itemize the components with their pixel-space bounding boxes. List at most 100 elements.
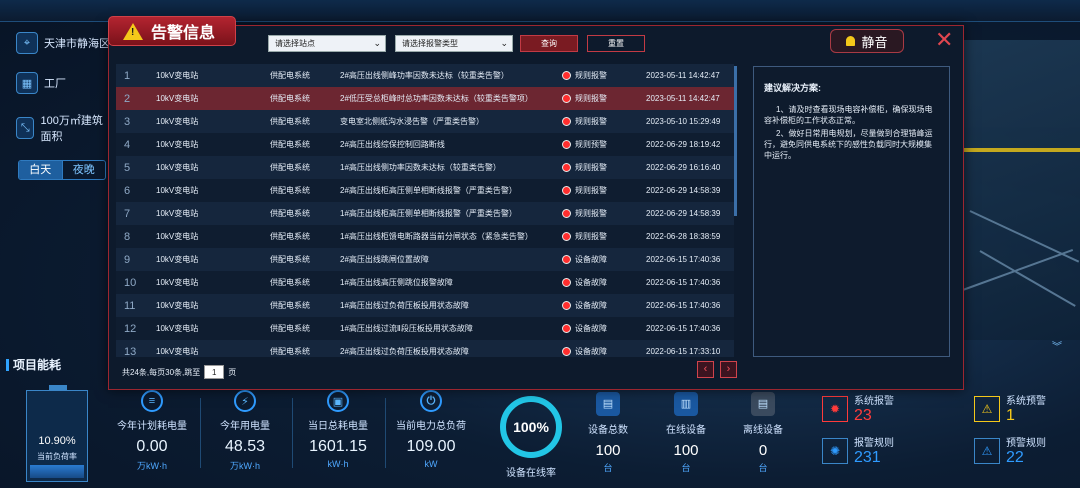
alarm-type-label: 规则报警 <box>575 71 607 80</box>
alarm-type-label: 设备故障 <box>575 255 607 264</box>
system-cell: 供配电系统 <box>270 347 310 356</box>
metric-day-usage: ▣ 当日总耗电量 1601.15 kW·h <box>293 390 383 469</box>
table-row[interactable]: 9 10kV变电站 供配电系统 2#高压出线跳闸位置故障 2022-06-15 17:4… <box>116 248 734 271</box>
alert-dot-icon <box>562 232 571 241</box>
time-cell: 2022-06-29 18:19:42 <box>646 140 721 149</box>
alarm-type-label: 规则报警 <box>575 163 607 172</box>
mute-button[interactable]: 静音 <box>830 29 904 53</box>
warning-rules[interactable]: ⚠ 预警规则 22 <box>974 434 1046 467</box>
location-label: 天津市静海区 <box>44 38 110 50</box>
toggle-day[interactable]: 白天 <box>19 161 62 179</box>
table-row[interactable]: 11 10kV变电站 供配电系统 1#高压出线过负荷压板投用状态故障 2022-06-1… <box>116 294 734 317</box>
description-cell: 2#高压出线柜高压侧单相断线报警（严重类告警） <box>340 185 517 195</box>
location-item[interactable]: ⌖ 天津市静海区 <box>16 32 110 54</box>
table-row[interactable]: 12 10kV变电站 供配电系统 1#高压出线过流Ⅱ段压板投用状态故障 2022-06-… <box>116 317 734 340</box>
table-row[interactable]: 7 10kV变电站 供配电系统 1#高压出线柜高压侧单相断线报警（严重类告警） 2022… <box>116 202 734 225</box>
toggle-night[interactable]: 夜晚 <box>61 161 106 179</box>
lightning-icon: ⚡ <box>234 390 256 412</box>
row-number: 2 <box>124 92 131 105</box>
system-alarm[interactable]: ✹ 系统报警 23 <box>822 392 894 425</box>
time-cell: 2022-06-15 17:40:36 <box>646 301 721 310</box>
description-cell: 1#高压出线柜馈电断路器当前分闸状态（紧急类告警） <box>340 231 533 241</box>
alert-dot-icon <box>562 94 571 103</box>
row-number: 3 <box>124 115 131 128</box>
system-cell: 供配电系统 <box>270 94 310 103</box>
table-row[interactable]: 13 10kV变电站 供配电系统 2#高压出线过负荷压板投用状态故障 2022-06-1… <box>116 340 734 357</box>
page-input[interactable]: 1 <box>204 365 225 379</box>
chevron-down-icon[interactable]: ︾ <box>1052 338 1066 353</box>
table-row[interactable]: 6 10kV变电站 供配电系统 2#高压出线柜高压侧单相断线报警（严重类告警） 2022… <box>116 179 734 202</box>
prev-page-button[interactable]: ‹ <box>697 361 714 378</box>
description-cell: 1#高压出线高压侧跳位报警故障 <box>340 277 453 287</box>
factory-item[interactable]: ▦ 工厂 <box>16 72 66 94</box>
alarm-type-cell: 规则报警 <box>562 70 607 81</box>
alarm-type-label: 规则报警 <box>575 117 607 126</box>
left-panel: ⌖ 天津市静海区 ▦ 工厂 ⤡ 100万㎡建筑面积 <box>0 22 110 352</box>
system-cell: 供配电系统 <box>270 324 310 333</box>
alarm-type-cell: 规则报警 <box>562 208 607 219</box>
siren-rule-icon: ✺ <box>822 437 848 464</box>
alarm-type-cell: 设备故障 <box>562 277 607 288</box>
alert-dot-icon <box>562 347 571 356</box>
chevron-down-icon: ⌄ <box>373 38 381 48</box>
description-cell: 2#高压出线过负荷压板投用状态故障 <box>340 346 469 356</box>
time-cell: 2022-06-15 17:40:36 <box>646 324 721 333</box>
table-row[interactable]: 5 10kV变电站 供配电系统 1#高压出线侧功率因数未达标（较重类告警） 2022-0… <box>116 156 734 179</box>
station-cell: 10kV变电站 <box>156 117 199 126</box>
metric-value: 1601.15 <box>309 438 367 455</box>
advice-panel: 建议解决方案: 1、请及时查看现场电容补偿柜，确保现场电容补偿柜的工作状态正常。… <box>753 66 950 357</box>
system-cell: 供配电系统 <box>270 232 310 241</box>
alarm-type-select[interactable]: 请选择报警类型 ⌄ <box>395 35 513 52</box>
metric-value: 109.00 <box>406 438 456 455</box>
metric-total-load: ⏻ 当前电力总负荷 109.00 kW <box>386 390 476 469</box>
alarm-type-cell: 设备故障 <box>562 323 607 334</box>
time-cell: 2022-06-15 17:33:10 <box>646 347 721 356</box>
description-cell: 1#高压出线侧功率因数未达标（较重类告警） <box>340 162 501 172</box>
battery-cap <box>49 385 67 390</box>
alarm-type-cell: 规则报警 <box>562 185 607 196</box>
table-row[interactable]: 2 10kV变电站 供配电系统 2#低压受总柜峰时总功率因数未达标（较重类告警项） 20… <box>116 87 734 110</box>
alarm-type-cell: 规则报警 <box>562 162 607 173</box>
metric-value: 48.53 <box>224 438 266 455</box>
table-row[interactable]: 1 10kV变电站 供配电系统 2#高压出线侧峰功率因数未达标（较重类告警） 2023-… <box>116 64 734 87</box>
device-online: ▥ 在线设备 100 台 <box>656 392 716 474</box>
day-night-toggle[interactable]: 白天 夜晚 <box>18 160 106 180</box>
title-marker <box>6 358 9 371</box>
alarm-table: 1 10kV变电站 供配电系统 2#高压出线侧峰功率因数未达标（较重类告警） 2023-… <box>116 64 734 357</box>
description-cell: 1#高压出线过负荷压板投用状态故障 <box>340 300 469 310</box>
alarm-label: 系统预警 <box>1006 396 1046 407</box>
row-number: 6 <box>124 184 131 197</box>
table-row[interactable]: 4 10kV变电站 供配电系统 2#高压出线综保控制回路断线 2022-06-29 18… <box>116 133 734 156</box>
device-total: ▤ 设备总数 100 台 <box>578 392 638 474</box>
alert-dot-icon <box>562 301 571 310</box>
area-item[interactable]: ⤡ 100万㎡建筑面积 <box>16 112 110 144</box>
row-number: 12 <box>124 322 137 335</box>
table-row[interactable]: 8 10kV变电站 供配电系统 1#高压出线柜馈电断路器当前分闸状态（紧急类告警） 20… <box>116 225 734 248</box>
alarm-rules[interactable]: ✺ 报警规则 231 <box>822 434 894 467</box>
device-label: 在线设备 <box>666 425 706 436</box>
reset-button[interactable]: 重置 <box>587 35 645 52</box>
device-unit: 台 <box>758 463 768 473</box>
table-row[interactable]: 10 10kV变电站 供配电系统 1#高压出线高压侧跳位报警故障 2022-06-15 … <box>116 271 734 294</box>
table-row[interactable]: 3 10kV变电站 供配电系统 变电室北侧纸沟水浸告警（严重类告警） 2023-05-1… <box>116 110 734 133</box>
3d-scene-view[interactable] <box>959 40 1080 340</box>
metric-label: 今年计划耗电量 <box>117 421 187 432</box>
description-cell: 2#高压出线侧峰功率因数未达标（较重类告警） <box>340 70 509 80</box>
location-pin-icon: ⌖ <box>16 32 38 54</box>
alert-dot-icon <box>562 209 571 218</box>
alert-dot-icon <box>562 163 571 172</box>
station-cell: 10kV变电站 <box>156 232 199 241</box>
system-warning[interactable]: ⚠ 系统预警 1 <box>974 392 1046 425</box>
metric-unit: 万kW·h <box>137 461 167 471</box>
next-page-button[interactable]: › <box>720 361 737 378</box>
time-cell: 2023-05-10 15:29:49 <box>646 117 721 126</box>
close-icon[interactable]: ✕ <box>935 29 953 51</box>
station-cell: 10kV变电站 <box>156 140 199 149</box>
device-value: 100 <box>595 442 621 459</box>
metric-value: 0.00 <box>136 438 168 455</box>
site-select[interactable]: 请选择站点 ⌄ <box>268 35 386 52</box>
query-button[interactable]: 查询 <box>520 35 578 52</box>
description-cell: 1#高压出线过流Ⅱ段压板投用状态故障 <box>340 323 473 333</box>
table-scrollbar[interactable] <box>734 66 737 216</box>
offline-device-icon: ▤ <box>751 392 775 416</box>
